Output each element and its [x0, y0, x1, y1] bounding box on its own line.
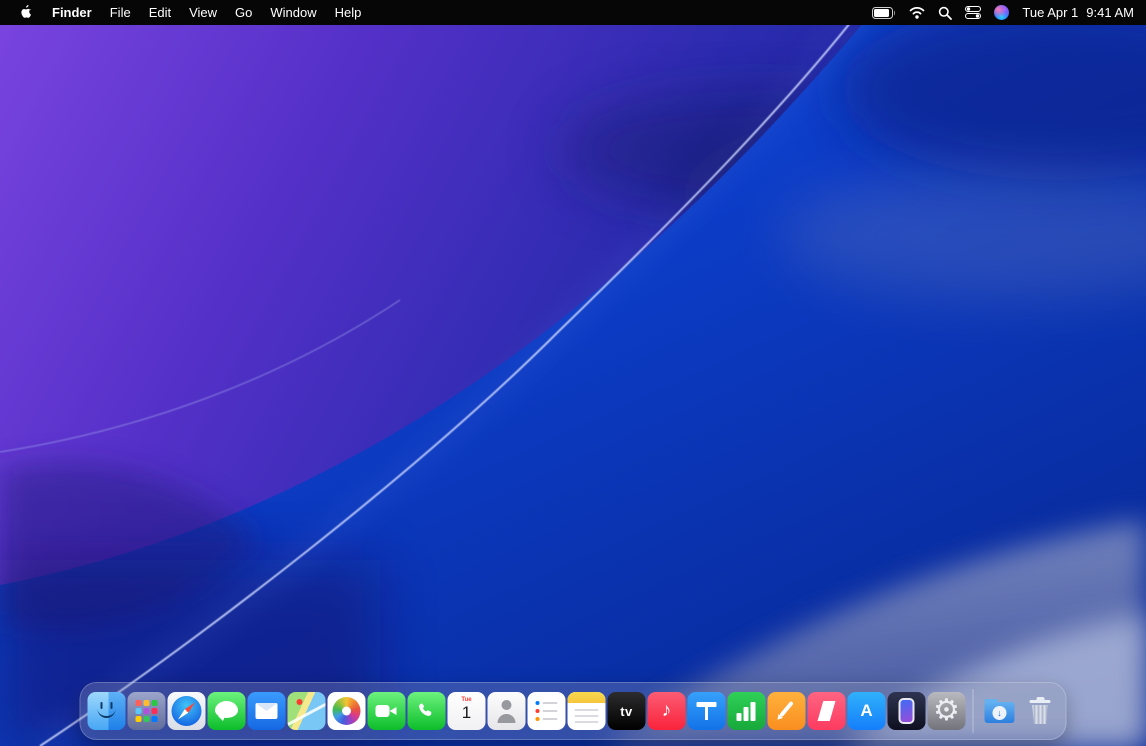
pages-pen	[779, 701, 794, 717]
calendar-day: 1	[448, 703, 486, 723]
battery-icon[interactable]	[872, 7, 896, 19]
dock-tv-icon[interactable]: tv	[608, 692, 646, 730]
menu-bar-date: Tue Apr 1	[1022, 5, 1078, 20]
wallpaper	[0, 0, 1146, 746]
dock-notes-icon[interactable]	[568, 692, 606, 730]
trash-lid	[1030, 700, 1051, 703]
dock-app-store-icon[interactable]: A	[848, 692, 886, 730]
app-store-letter: A	[848, 692, 886, 730]
dock-safari-icon[interactable]	[168, 692, 206, 730]
menu-bar: Finder File Edit View Go Window Help	[0, 0, 1146, 25]
launchpad-grid	[136, 700, 142, 706]
dock-phone-icon[interactable]	[408, 692, 446, 730]
dock-system-settings-icon[interactable]: ⚙	[928, 692, 966, 730]
download-arrow-icon: ↓	[993, 706, 1007, 720]
dock-facetime-icon[interactable]	[368, 692, 406, 730]
facetime-camera	[376, 705, 390, 717]
dock-trash-icon[interactable]	[1021, 692, 1059, 730]
menu-item-file[interactable]: File	[101, 5, 140, 20]
reminders-bullets	[536, 701, 540, 705]
dock-separator	[973, 689, 974, 733]
iphone-frame	[899, 698, 915, 724]
dock-downloads-folder-icon[interactable]: ↓	[981, 692, 1019, 730]
messages-bubble	[215, 701, 238, 718]
menu-item-go[interactable]: Go	[226, 5, 261, 20]
control-center-icon[interactable]	[965, 6, 981, 19]
menu-bar-time: 9:41 AM	[1086, 5, 1134, 20]
wifi-icon[interactable]	[909, 7, 925, 19]
tv-logo-text: tv	[608, 692, 646, 730]
spotlight-icon[interactable]	[938, 6, 952, 20]
menu-bar-clock[interactable]: Tue Apr 1 9:41 AM	[1022, 5, 1134, 20]
mail-envelope	[256, 703, 278, 719]
photos-pinwheel	[333, 697, 361, 725]
news-glyph	[818, 701, 836, 721]
keynote-podium	[697, 702, 717, 707]
desktop: Finder File Edit View Go Window Help	[0, 0, 1146, 746]
maps-pin	[297, 699, 303, 705]
numbers-bar-chart	[737, 713, 742, 721]
gear-icon: ⚙	[928, 692, 966, 730]
menu-item-window[interactable]: Window	[261, 5, 325, 20]
dock-reminders-icon[interactable]	[528, 692, 566, 730]
menu-item-help[interactable]: Help	[326, 5, 371, 20]
finder-face	[98, 701, 116, 718]
dock: Tue 1 tv ♪ A	[80, 682, 1067, 740]
dock-photos-icon[interactable]	[328, 692, 366, 730]
music-note-glyph: ♪	[648, 692, 686, 730]
dock-iphone-mirroring-icon[interactable]	[888, 692, 926, 730]
maps-road	[288, 700, 326, 726]
dock-maps-icon[interactable]	[288, 692, 326, 730]
menu-item-edit[interactable]: Edit	[140, 5, 180, 20]
dock-mail-icon[interactable]	[248, 692, 286, 730]
notes-lines	[575, 709, 599, 711]
dock-news-icon[interactable]	[808, 692, 846, 730]
menu-bar-left: Finder File Edit View Go Window Help	[12, 5, 370, 20]
menu-item-view[interactable]: View	[180, 5, 226, 20]
dock-pages-icon[interactable]	[768, 692, 806, 730]
trash-body	[1032, 705, 1049, 724]
dock-calendar-icon[interactable]: Tue 1	[448, 692, 486, 730]
siri-icon[interactable]	[994, 5, 1009, 20]
apple-menu-icon[interactable]	[12, 5, 43, 20]
menu-bar-status: Tue Apr 1 9:41 AM	[872, 5, 1134, 20]
dock-numbers-icon[interactable]	[728, 692, 766, 730]
dock-contacts-icon[interactable]	[488, 692, 526, 730]
active-app-name[interactable]: Finder	[43, 5, 101, 20]
dock-music-icon[interactable]: ♪	[648, 692, 686, 730]
dock-messages-icon[interactable]	[208, 692, 246, 730]
dock-finder-icon[interactable]	[88, 692, 126, 730]
reminders-lines	[543, 702, 558, 704]
dock-launchpad-icon[interactable]	[128, 692, 166, 730]
dock-keynote-icon[interactable]	[688, 692, 726, 730]
phone-handset	[408, 692, 446, 730]
